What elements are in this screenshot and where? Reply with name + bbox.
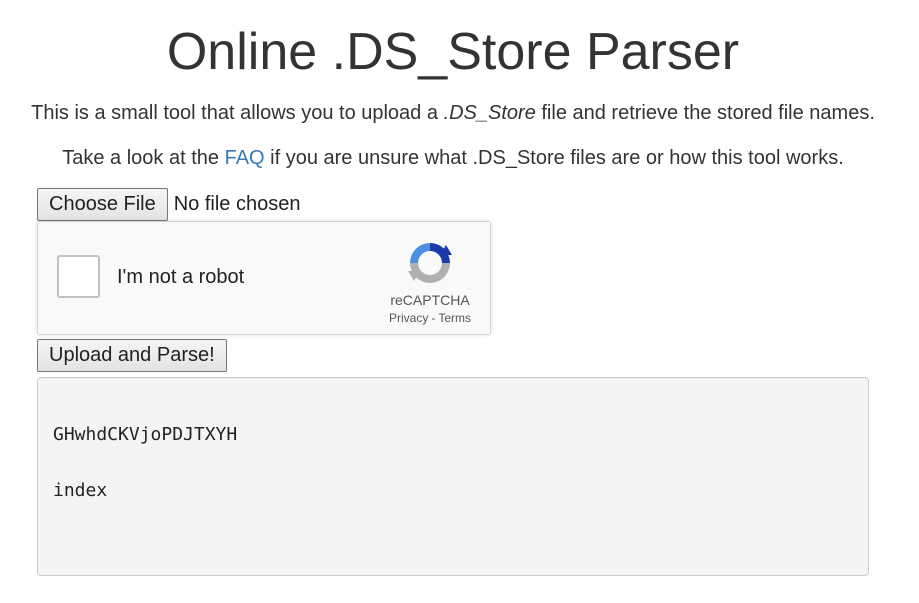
faq-text-start: Take a look at the: [62, 147, 225, 169]
faq-text-end: if you are unsure what .DS_Store files a…: [264, 147, 844, 169]
recaptcha-logo-icon: [408, 243, 452, 283]
upload-row: Upload and Parse!: [37, 339, 227, 372]
intro-text-start: This is a small tool that allows you to …: [31, 102, 444, 124]
file-status: No file chosen: [173, 193, 301, 215]
page-title: Online .DS_Store Parser: [166, 23, 740, 81]
recaptcha-label: I'm not a robot: [117, 266, 245, 288]
file-input: Choose File No file chosen: [37, 188, 300, 221]
recaptcha-terms-link[interactable]: Terms: [438, 311, 471, 325]
faq-link[interactable]: FAQ: [225, 147, 265, 169]
intro-text-end: file and retrieve the stored file names.: [535, 102, 875, 124]
recaptcha-privacy-link[interactable]: Privacy: [389, 311, 428, 325]
recaptcha-links: Privacy - Terms: [378, 311, 482, 325]
result-filename: GHwhdCKVjoPDJTXYH: [53, 424, 238, 445]
results-panel: GHwhdCKVjoPDJTXYH index: [37, 377, 869, 576]
recaptcha-widget: I'm not a robot reCAPTCHA Privacy - Terms: [37, 221, 491, 335]
page: Online .DS_Store Parser This is a small …: [0, 0, 919, 603]
faq-text: Take a look at the FAQ if you are unsure…: [0, 144, 906, 172]
intro-file-type: .DS_Store: [443, 102, 536, 124]
upload-and-parse-button[interactable]: Upload and Parse!: [37, 339, 227, 372]
intro-text: This is a small tool that allows you to …: [0, 99, 906, 127]
recaptcha-links-separator: -: [431, 311, 436, 325]
recaptcha-brand: reCAPTCHA: [390, 292, 470, 308]
recaptcha-checkbox[interactable]: [57, 255, 100, 298]
result-filename: index: [53, 480, 108, 501]
choose-file-button[interactable]: Choose File: [37, 188, 168, 221]
